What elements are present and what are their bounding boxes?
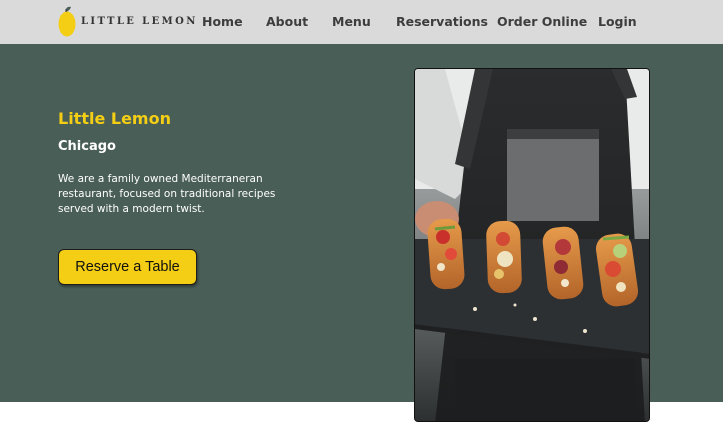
- nav-login[interactable]: Login: [598, 14, 637, 29]
- nav-menu[interactable]: Menu: [332, 14, 371, 29]
- nav-order-online[interactable]: Order Online: [497, 14, 587, 29]
- lemon-logo-icon: [58, 6, 76, 37]
- hero-title: Little Lemon: [58, 109, 171, 128]
- nav-reservations[interactable]: Reservations: [396, 14, 488, 29]
- nav-home[interactable]: Home: [202, 14, 243, 29]
- nav-about[interactable]: About: [266, 14, 308, 29]
- reserve-table-button[interactable]: Reserve a Table: [58, 249, 197, 285]
- logo[interactable]: LITTLE LEMON: [57, 4, 198, 38]
- navbar: LITTLE LEMON Home About Menu Reservation…: [0, 0, 723, 44]
- hero-city: Chicago: [58, 139, 116, 154]
- hero-food-image: [414, 68, 650, 422]
- hero-description: We are a family owned Mediterraneran res…: [58, 173, 276, 215]
- logo-text: LITTLE LEMON: [81, 15, 198, 27]
